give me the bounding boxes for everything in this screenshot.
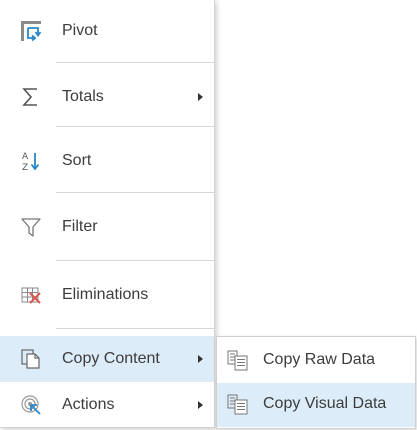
submenu-arrow-icon xyxy=(198,401,203,409)
menu-item-actions[interactable]: Actions xyxy=(0,382,214,428)
menu-item-filter[interactable]: Filter xyxy=(0,202,214,252)
submenu-arrow-icon xyxy=(198,93,203,101)
filter-funnel-icon xyxy=(20,216,42,238)
menu-separator xyxy=(56,260,214,261)
menu-item-pivot[interactable]: Pivot xyxy=(0,6,214,56)
canvas: Pivot Totals A Z Sort Filter Elimination… xyxy=(0,0,417,430)
submenu-item-label: Copy Visual Data xyxy=(263,395,387,412)
menu-item-sort[interactable]: A Z Sort xyxy=(0,136,214,186)
submenu-arrow-icon xyxy=(198,355,203,363)
menu-separator xyxy=(56,192,214,193)
copy-content-submenu: Copy Raw Data Copy Visual Data xyxy=(216,336,416,429)
copy-visual-data-icon xyxy=(227,394,251,416)
menu-separator xyxy=(56,62,214,63)
submenu-item-copy-visual-data[interactable]: Copy Visual Data xyxy=(217,383,415,427)
eliminations-icon xyxy=(20,284,42,306)
menu-item-label: Totals xyxy=(62,88,104,105)
sigma-icon xyxy=(20,86,42,108)
menu-item-totals[interactable]: Totals xyxy=(0,72,214,122)
menu-item-label: Actions xyxy=(62,396,115,413)
menu-item-label: Eliminations xyxy=(62,286,149,303)
submenu-item-label: Copy Raw Data xyxy=(263,351,376,368)
menu-item-label: Filter xyxy=(62,218,98,235)
menu-item-eliminations[interactable]: Eliminations xyxy=(0,270,214,320)
copy-raw-data-icon xyxy=(227,350,251,372)
svg-text:A: A xyxy=(22,152,29,162)
pivot-icon xyxy=(20,20,42,42)
menu-separator xyxy=(56,126,214,127)
menu-item-label: Copy Content xyxy=(62,350,160,367)
sort-az-icon: A Z xyxy=(20,150,42,172)
submenu-item-copy-raw-data[interactable]: Copy Raw Data xyxy=(217,339,415,383)
svg-text:Z: Z xyxy=(22,163,28,172)
copy-content-icon xyxy=(20,348,42,370)
menu-item-label: Pivot xyxy=(62,22,98,39)
menu-item-label: Sort xyxy=(62,152,92,169)
actions-icon xyxy=(20,394,42,416)
menu-item-copy-content[interactable]: Copy Content xyxy=(0,336,214,382)
menu-separator xyxy=(56,328,214,329)
context-menu: Pivot Totals A Z Sort Filter Elimination… xyxy=(0,0,215,428)
